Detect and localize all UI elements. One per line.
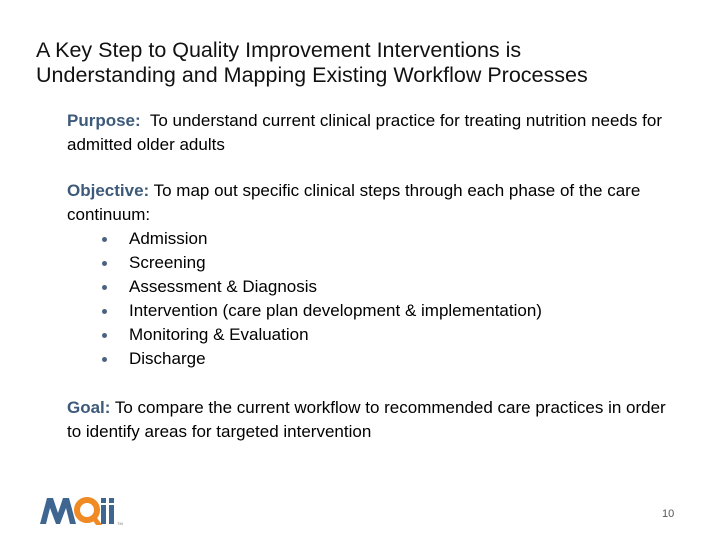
goal-label: Goal:: [67, 398, 111, 417]
objective-text: To map out specific clinical steps throu…: [67, 181, 646, 224]
care-phase-item: Admission: [67, 227, 667, 251]
bullet-icon: [102, 357, 107, 362]
care-phase-item: Intervention (care plan development & im…: [67, 299, 667, 323]
page-number: 10: [662, 508, 675, 520]
care-phase-item: Screening: [67, 251, 667, 275]
logo-letters-ii: [101, 498, 114, 524]
purpose-label: Purpose:: [67, 111, 141, 130]
goal-text: To compare the current workflow to recom…: [67, 398, 671, 441]
slide-title: A Key Step to Quality Improvement Interv…: [36, 38, 706, 88]
mqii-logo-icon: TM: [40, 497, 123, 526]
care-phase-label: Screening: [129, 253, 206, 272]
purpose-text: To understand current clinical practice …: [67, 111, 667, 154]
care-phase-label: Discharge: [129, 349, 206, 368]
bullet-icon: [102, 261, 107, 266]
logo-letter-m: [40, 498, 76, 524]
care-phase-label: Monitoring & Evaluation: [129, 325, 309, 344]
logo-letter-q: [74, 497, 102, 525]
bullet-icon: [102, 333, 107, 338]
care-phase-label: Intervention (care plan development & im…: [129, 301, 542, 320]
bullet-icon: [102, 285, 107, 290]
mqii-logo: TM: [38, 492, 128, 528]
care-phase-item: Assessment & Diagnosis: [67, 275, 667, 299]
goal-section: Goal: To compare the current workflow to…: [67, 396, 667, 444]
trademark-mark: TM: [117, 521, 123, 526]
purpose-section: Purpose: To understand current clinical …: [67, 109, 667, 157]
slide-title-line-1: A Key Step to Quality Improvement Interv…: [36, 38, 522, 62]
objective-label: Objective:: [67, 181, 150, 200]
care-phase-item: Monitoring & Evaluation: [67, 323, 667, 347]
care-phase-label: Admission: [129, 229, 208, 248]
bullet-icon: [102, 309, 107, 314]
care-phase-item: Discharge: [67, 347, 667, 371]
objective-section: Objective: To map out specific clinical …: [67, 179, 667, 371]
care-phase-list: Admission Screening Assessment & Diagnos…: [67, 227, 667, 371]
care-phase-label: Assessment & Diagnosis: [129, 277, 318, 296]
slide-title-line-2: Understanding and Mapping Existing Workf…: [36, 63, 588, 87]
bullet-icon: [102, 237, 107, 242]
